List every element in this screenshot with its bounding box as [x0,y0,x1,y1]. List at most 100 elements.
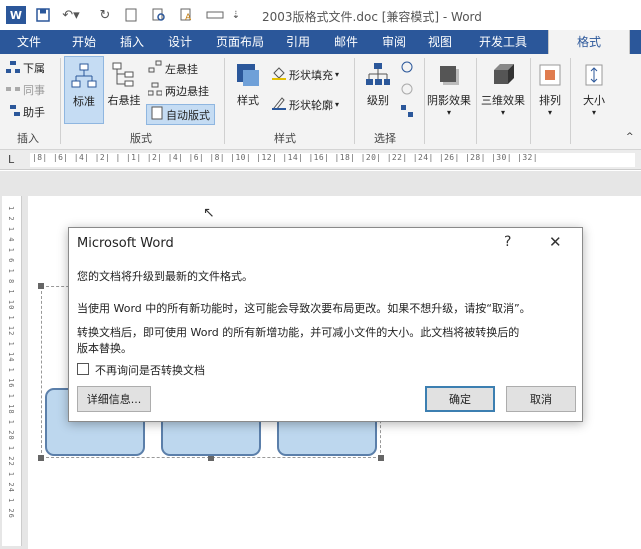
both-hanging-button[interactable]: 两边悬挂 [147,82,209,99]
help-icon[interactable]: ? [504,234,511,250]
tab-format[interactable]: 格式 [548,30,630,54]
tab-home[interactable]: 开始 [62,30,106,54]
standard-layout-button[interactable]: 标准 [64,56,104,124]
group-icon[interactable] [400,104,414,118]
tab-review[interactable]: 审阅 [374,30,414,54]
size-button[interactable]: 大小 ▾ [574,62,614,117]
convert-dialog: Microsoft Word ? ✕ 您的文档将升级到最新的文件格式。 当使用 … [68,227,583,422]
details-button[interactable]: 详细信息... [77,386,151,412]
close-icon[interactable]: ✕ [549,233,562,251]
collapse-ribbon-icon[interactable]: ^ [626,132,634,142]
group-divider [570,58,571,144]
group-divider [476,58,477,144]
coworker-label: 同事 [23,84,45,97]
assistant-label: 助手 [23,106,45,119]
3d-effects-button[interactable]: 三维效果 ▾ [478,62,528,117]
shape-fill-button[interactable]: 形状填充 ▾ [272,66,339,83]
tab-mailings[interactable]: 邮件 [326,30,366,54]
new-doc-icon[interactable] [122,6,140,24]
select-objects-icon[interactable] [400,60,414,74]
tab-developer[interactable]: 开发工具 [466,30,540,54]
resize-handle[interactable] [38,283,44,289]
both-hanging-label: 两边悬挂 [165,84,209,98]
layout-group-label: 版式 [130,132,152,145]
coworker-icon [6,83,20,98]
tab-page-layout[interactable]: 页面布局 [208,30,272,54]
ribbon: 下属 同事 助手 插入 标准 右悬挂 左悬挂 两边悬挂 自动版式 版式 样式 形… [0,54,641,150]
tab-stop-selector-icon[interactable]: L [8,153,14,166]
horizontal-ruler[interactable]: L |8| |6| |4| |2| | |1| |2| |4| |6| |8| … [0,150,641,170]
tab-insert[interactable]: 插入 [110,30,154,54]
ruler-toggle-icon[interactable] [204,6,226,24]
tab-file[interactable]: 文件 [0,30,58,54]
3d-cube-icon [490,62,516,88]
customize-qat-icon[interactable]: ⇣ [230,6,242,24]
left-hanging-icon [148,60,162,77]
shadow-effects-button[interactable]: 阴影效果 ▾ [424,62,474,117]
dont-ask-checkbox[interactable] [77,363,89,375]
style-group-label: 样式 [274,132,296,145]
dont-ask-label: 不再询问是否转换文档 [95,364,205,377]
group-divider [354,58,355,144]
format-painter-icon[interactable]: A [178,6,196,24]
ribbon-tab-bar: 文件 开始 插入 设计 页面布局 引用 邮件 审阅 视图 开发工具 格式 [0,30,641,54]
print-preview-icon[interactable] [150,6,168,24]
right-hanging-button[interactable]: 右悬挂 [104,62,144,108]
dialog-message-4: 版本替换。 [77,342,132,355]
assistant-icon [6,104,20,120]
add-coworker-button[interactable]: 同事 [6,82,45,98]
resize-handle[interactable] [38,455,44,461]
insert-group-label: 插入 [17,132,39,145]
3d-label: 三维效果 [481,94,525,107]
group-divider [530,58,531,144]
org-chart-icon [6,60,20,76]
ruler-marks: |8| |6| |4| |2| | |1| |2| |4| |6| |8| |1… [32,153,538,162]
level-icon [365,62,391,88]
subordinate-label: 下属 [23,62,45,75]
auto-layout-button[interactable]: 自动版式 [146,104,215,125]
dialog-message-1: 您的文档将升级到最新的文件格式。 [77,270,253,283]
shadow-icon [436,62,462,88]
dialog-message-3: 转换文档后，即可使用 Word 的所有新增功能，并可减小文件的大小。此文档将被转… [77,326,520,339]
add-assistant-button[interactable]: 助手 [6,104,45,120]
ok-button[interactable]: 确定 [425,386,495,412]
dialog-message-2: 当使用 Word 中的所有新功能时，这可能会导致次要布局更改。如果不想升级，请按… [77,302,531,315]
cancel-button[interactable]: 取消 [506,386,576,412]
standard-label: 标准 [73,95,95,108]
shadow-label: 阴影效果 [427,94,471,107]
level-label: 级别 [367,94,389,107]
dialog-title: Microsoft Word [77,236,174,251]
level-button[interactable]: 级别 [358,62,398,108]
tab-references[interactable]: 引用 [278,30,318,54]
left-hanging-button[interactable]: 左悬挂 [148,60,198,77]
arrange-label: 排列 [539,94,561,107]
shape-outline-button[interactable]: 形状轮廓 ▾ [272,96,339,113]
resize-handle[interactable] [378,455,384,461]
add-subordinate-button[interactable]: 下属 [6,60,45,76]
shape-fill-label: 形状填充 [289,68,333,82]
vertical-ruler-marks: 1 2 1 4 1 6 1 8 1 10 1 12 1 14 1 16 1 18… [7,206,15,519]
shape-outline-label: 形状轮廓 [289,98,333,112]
arrange-button[interactable]: 排列 ▾ [532,62,568,117]
rotate-icon[interactable] [400,82,414,96]
pencil-icon [272,96,286,113]
size-label: 大小 [583,94,605,107]
right-hanging-icon [111,62,137,88]
save-icon[interactable] [34,6,52,24]
size-icon [581,62,607,88]
tab-design[interactable]: 设计 [158,30,202,54]
undo-icon[interactable]: ↶▾ [60,6,82,24]
left-hanging-label: 左悬挂 [165,62,198,76]
paint-bucket-icon [272,66,286,83]
vertical-ruler[interactable]: 1 2 1 4 1 6 1 8 1 10 1 12 1 14 1 16 1 18… [2,196,22,546]
window-title: 2003版格式文件.doc [兼容模式] - Word [262,10,482,24]
dropdown-arrow-icon: ▾ [335,100,340,109]
word-logo-icon: W [6,6,26,24]
redo-icon[interactable]: ↻ [96,6,114,24]
tab-view[interactable]: 视图 [420,30,460,54]
styles-button[interactable]: 样式 [228,62,268,108]
dropdown-arrow-icon: ▾ [335,70,340,79]
group-divider [60,58,61,144]
styles-label: 样式 [237,94,259,107]
auto-layout-icon [151,106,163,123]
